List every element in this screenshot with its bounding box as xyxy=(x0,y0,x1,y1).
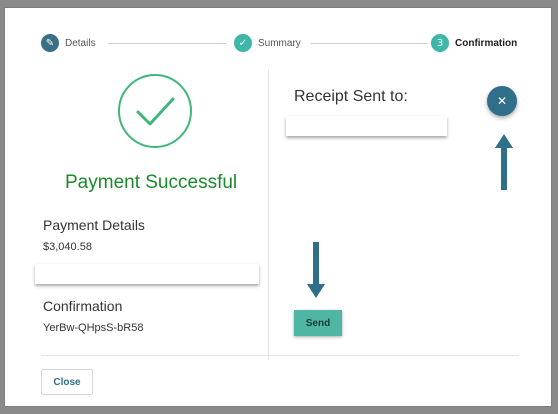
footer-divider xyxy=(41,355,519,356)
step-details[interactable]: ✎ Details xyxy=(41,34,96,52)
receipt-title: Receipt Sent to: xyxy=(294,88,408,105)
step-details-label: Details xyxy=(65,37,96,49)
stepper-connector xyxy=(108,43,226,44)
step-summary[interactable]: ✓ Summary xyxy=(234,34,301,52)
payment-dialog: ✎ Details ✓ Summary 3 Confirmation Payme… xyxy=(4,7,552,407)
check-circle-icon xyxy=(118,74,192,148)
payment-details-label: Payment Details xyxy=(43,217,145,233)
stepper-connector xyxy=(311,43,427,44)
close-fab-button[interactable]: ✕ xyxy=(487,86,517,116)
confirmation-label: Confirmation xyxy=(43,298,123,314)
step-confirmation[interactable]: 3 Confirmation xyxy=(431,34,517,52)
payment-details-field[interactable] xyxy=(35,264,259,284)
success-title: Payment Successful xyxy=(65,172,238,193)
send-button[interactable]: Send xyxy=(294,310,342,336)
step-number: 3 xyxy=(431,34,449,52)
receipt-email-field[interactable] xyxy=(286,116,447,136)
arrow-down-icon xyxy=(307,242,325,298)
arrow-up-icon xyxy=(495,134,513,190)
close-button[interactable]: Close xyxy=(41,369,93,395)
check-icon: ✓ xyxy=(234,34,252,52)
step-confirmation-label: Confirmation xyxy=(455,37,518,49)
confirmation-code: YerBw-QHpsS-bR58 xyxy=(43,322,144,334)
close-icon: ✕ xyxy=(496,94,508,108)
column-divider xyxy=(268,70,269,360)
payment-amount: $3,040.58 xyxy=(43,241,92,253)
pencil-icon: ✎ xyxy=(41,34,59,52)
step-summary-label: Summary xyxy=(258,37,301,49)
